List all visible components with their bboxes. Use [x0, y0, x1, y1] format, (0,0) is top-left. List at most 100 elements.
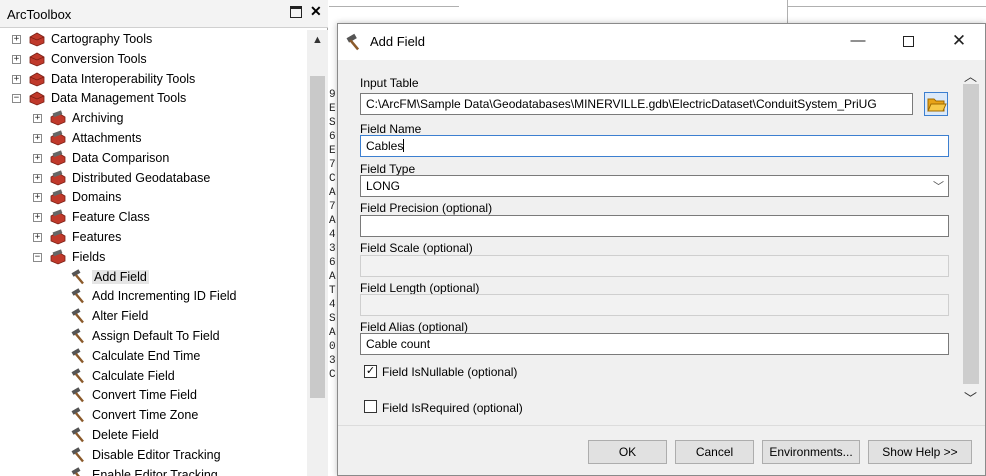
- field-scale-input: [360, 255, 949, 277]
- dock-icon[interactable]: [290, 6, 302, 18]
- dialog-button-bar: OK Cancel Environments... Show Help >>: [338, 425, 985, 475]
- tree-item-label: Alter Field: [92, 309, 149, 324]
- hammer-icon: [71, 407, 84, 423]
- collapse-icon[interactable]: −: [12, 94, 21, 104]
- tree-item-label: Calculate End Time: [92, 348, 201, 363]
- divider: [329, 6, 459, 7]
- collapse-icon[interactable]: −: [33, 252, 42, 262]
- cancel-button[interactable]: Cancel: [675, 440, 754, 464]
- toolbox-tree: + Cartography Tools + Conversion Tools + Data…: [0, 30, 306, 476]
- expand-icon[interactable]: +: [33, 153, 42, 163]
- expand-icon[interactable]: +: [12, 35, 21, 44]
- tree-item-label: Conversion Tools: [51, 51, 147, 66]
- tree-item-label: Archiving: [72, 111, 124, 126]
- environments-button[interactable]: Environments...: [762, 440, 860, 464]
- show-help-button[interactable]: Show Help >>: [868, 440, 972, 464]
- expand-icon[interactable]: +: [33, 114, 42, 124]
- close-icon[interactable]: ✕: [310, 3, 322, 19]
- red-toolbox-icon: [29, 52, 45, 67]
- divider: [787, 0, 788, 24]
- tree-item-label: Delete Field: [92, 428, 159, 442]
- parameters-form: Input Table C:\ArcFM\Sample Data\Geodata…: [338, 60, 985, 425]
- expand-icon[interactable]: +: [33, 233, 42, 242]
- is-nullable-label: Field IsNullable (optional): [382, 365, 518, 379]
- close-button[interactable]: ✕: [936, 24, 982, 60]
- field-precision-input[interactable]: [360, 215, 949, 237]
- text-caret: [403, 139, 405, 152]
- form-scrollbar[interactable]: ︿ ﹀: [962, 60, 980, 425]
- tree-item-label: Distributed Geodatabase: [72, 170, 211, 185]
- expand-icon[interactable]: +: [12, 54, 21, 64]
- is-nullable-checkbox[interactable]: ✓: [364, 365, 377, 378]
- tree-item-label: Attachments: [72, 131, 142, 145]
- field-type-select[interactable]: LONG ﹀: [360, 175, 949, 197]
- tree-item-label: Convert Time Field: [92, 388, 197, 403]
- scroll-thumb[interactable]: [310, 76, 325, 398]
- scroll-up-icon[interactable]: ▲: [312, 34, 323, 46]
- field-name-input[interactable]: Cables: [360, 135, 949, 157]
- hammer-icon: [71, 447, 84, 463]
- ok-button[interactable]: OK: [588, 440, 667, 464]
- tree-item-label: Cartography Tools: [51, 32, 153, 46]
- toolset-icon: [50, 110, 66, 126]
- hammer-icon: [71, 348, 84, 364]
- red-toolbox-icon: [29, 32, 45, 47]
- hammer-icon: [71, 466, 84, 476]
- hammer-icon: [71, 308, 84, 324]
- expand-icon[interactable]: +: [33, 193, 42, 203]
- tree-item-label: Calculate Field: [92, 368, 175, 383]
- is-required-label: Field IsRequired (optional): [382, 401, 523, 415]
- tree-item-label: Feature Class: [72, 210, 150, 225]
- toolset-icon: [50, 249, 66, 265]
- dialog-title: Add Field: [370, 34, 425, 49]
- red-toolbox-icon: [29, 91, 45, 106]
- chevron-up-icon[interactable]: ︿: [964, 66, 977, 85]
- field-name-value: Cables: [366, 139, 404, 153]
- red-toolbox-icon: [29, 72, 45, 87]
- tree-item-label: Convert Time Zone: [92, 408, 199, 423]
- arctoolbox-title: ArcToolbox: [7, 7, 72, 22]
- is-required-checkbox[interactable]: [364, 400, 377, 413]
- folder-icon: [927, 98, 947, 112]
- field-length-input: [360, 294, 949, 316]
- tree-item-label: Enable Editor Tracking: [92, 467, 218, 476]
- dialog-titlebar[interactable]: Add Field — ✕: [338, 24, 985, 60]
- hammer-icon: [71, 268, 84, 284]
- hammer-icon: [71, 367, 84, 383]
- field-scale-label: Field Scale (optional): [360, 241, 473, 255]
- toolset-icon: [50, 150, 66, 166]
- field-name-label: Field Name: [360, 122, 422, 136]
- hammer-icon: [71, 288, 84, 304]
- expand-icon[interactable]: +: [33, 134, 42, 143]
- tree-item-label: Data Comparison: [72, 150, 170, 165]
- tree-item-label: Data Interoperability Tools: [51, 71, 196, 86]
- field-type-label: Field Type: [360, 162, 416, 176]
- field-type-value: LONG: [366, 179, 401, 193]
- hammer-icon: [71, 387, 84, 403]
- input-table-label: Input Table: [360, 76, 419, 90]
- tree-item-label: Add Field: [92, 269, 149, 284]
- toolbox-scrollbar[interactable]: ▲: [307, 30, 328, 476]
- input-table-value: C:\ArcFM\Sample Data\Geodatabases\MINERV…: [366, 97, 877, 111]
- toolset-icon: [50, 189, 66, 205]
- expand-icon[interactable]: +: [33, 213, 42, 223]
- expand-icon[interactable]: +: [12, 74, 21, 84]
- arctoolbox-pane: ArcToolbox ✕ + Cartography Tools + Conversi…: [0, 0, 328, 476]
- tree-item-label: Fields: [72, 249, 106, 264]
- field-alias-input[interactable]: Cable count: [360, 333, 949, 355]
- divider: [787, 6, 986, 7]
- tree-item-label: Data Management Tools: [51, 91, 187, 106]
- hammer-icon: [71, 328, 84, 344]
- browse-folder-button[interactable]: [924, 92, 948, 116]
- toolset-icon: [50, 209, 66, 225]
- maximize-button[interactable]: [885, 24, 931, 60]
- chevron-down-icon[interactable]: ﹀: [964, 388, 977, 407]
- minimize-button[interactable]: —: [835, 24, 881, 60]
- scroll-thumb[interactable]: [963, 84, 979, 384]
- tree-item-label: Disable Editor Tracking: [92, 447, 221, 462]
- toolset-icon: [50, 229, 66, 245]
- expand-icon[interactable]: +: [33, 173, 42, 183]
- input-table-field[interactable]: C:\ArcFM\Sample Data\Geodatabases\MINERV…: [360, 93, 913, 115]
- tree-item-label: Features: [72, 230, 122, 244]
- hammer-icon: [346, 33, 360, 51]
